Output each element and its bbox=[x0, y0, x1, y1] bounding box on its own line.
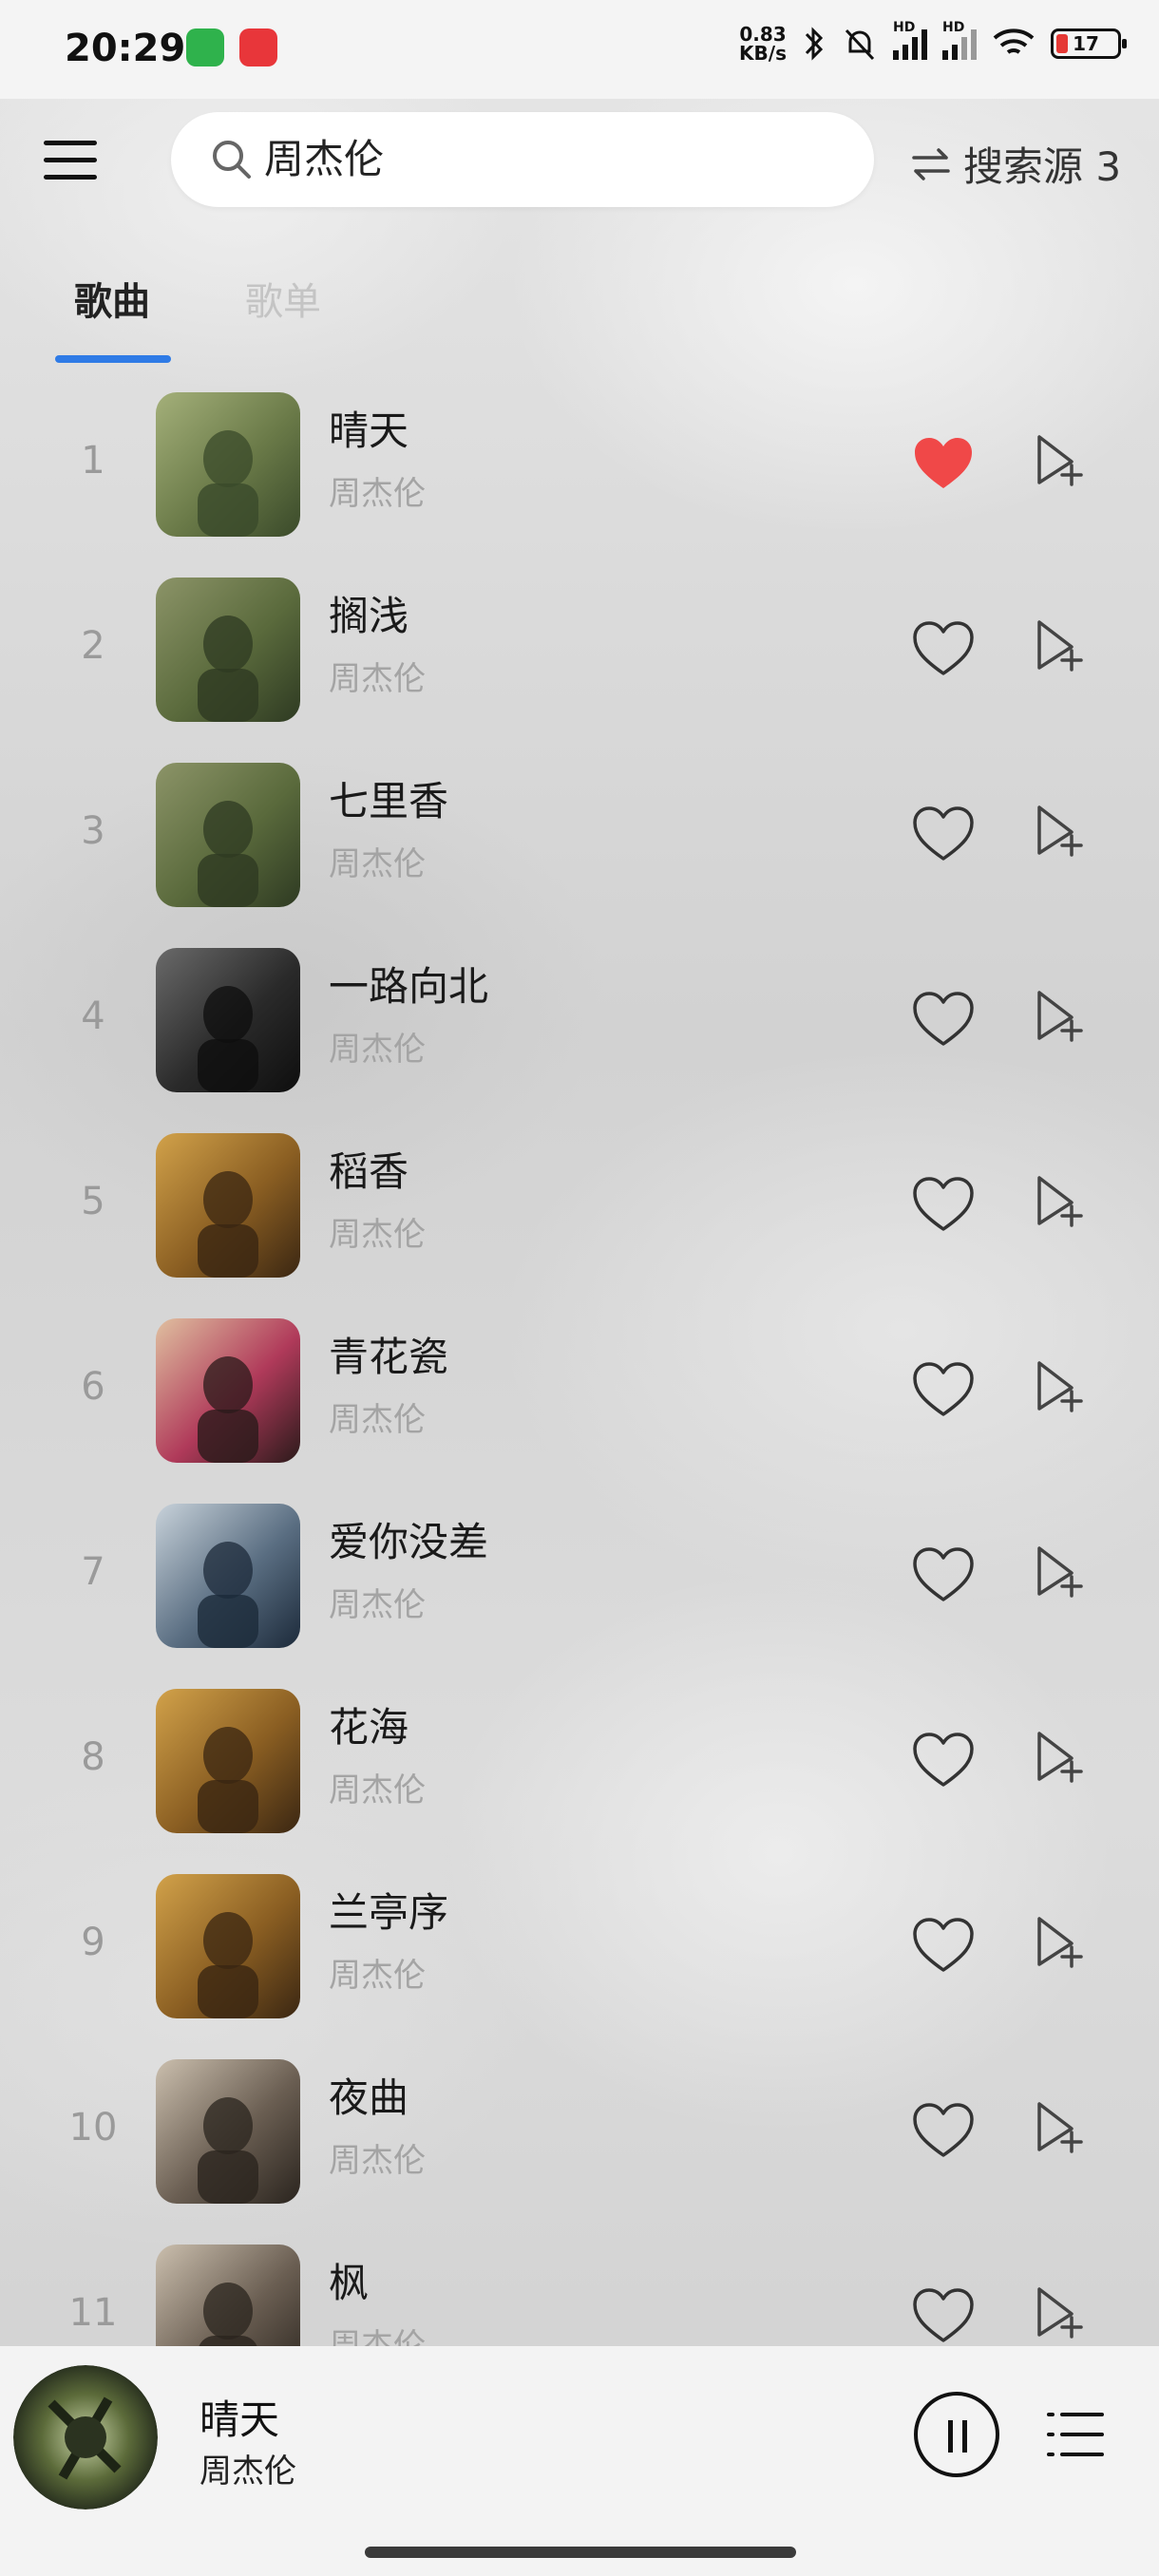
heart-icon[interactable] bbox=[912, 991, 975, 1048]
song-title: 兰亭序 bbox=[329, 1889, 449, 1936]
add-to-playlist-icon[interactable] bbox=[1034, 616, 1087, 673]
add-to-playlist-icon[interactable] bbox=[1034, 431, 1087, 488]
heart-icon[interactable] bbox=[912, 2287, 975, 2344]
add-to-playlist-icon[interactable] bbox=[1034, 2098, 1087, 2155]
app-notification-icon bbox=[186, 28, 224, 66]
heart-icon[interactable] bbox=[912, 1917, 975, 1974]
search-source-button[interactable]: 搜索源 3 bbox=[912, 135, 1121, 193]
album-cover bbox=[156, 1504, 300, 1648]
song-row[interactable]: 8 花海 周杰伦 bbox=[0, 1684, 1159, 1869]
add-to-playlist-icon[interactable] bbox=[1034, 987, 1087, 1044]
app-notification-icon-2 bbox=[239, 28, 277, 66]
hamburger-icon[interactable] bbox=[44, 141, 97, 180]
song-title: 青花瓷 bbox=[329, 1334, 449, 1380]
playlist-icon[interactable] bbox=[1045, 2409, 1106, 2460]
heart-icon[interactable] bbox=[912, 620, 975, 677]
pause-button[interactable] bbox=[914, 2392, 999, 2477]
heart-icon[interactable] bbox=[912, 1176, 975, 1233]
bluetooth-icon bbox=[805, 27, 824, 61]
status-time: 20:29 bbox=[65, 27, 186, 70]
wifi-icon bbox=[993, 28, 1035, 54]
song-artist: 周杰伦 bbox=[329, 845, 426, 883]
song-title: 晴天 bbox=[329, 407, 409, 454]
song-row[interactable]: 6 青花瓷 周杰伦 bbox=[0, 1314, 1159, 1499]
signal-icon-2: HD bbox=[942, 20, 977, 60]
add-to-playlist-icon[interactable] bbox=[1034, 2283, 1087, 2340]
song-title: 花海 bbox=[329, 1704, 409, 1751]
add-to-playlist-icon[interactable] bbox=[1034, 802, 1087, 859]
add-to-playlist-icon[interactable] bbox=[1034, 1172, 1087, 1229]
heart-icon[interactable] bbox=[912, 2102, 975, 2159]
song-row[interactable]: 2 搁浅 周杰伦 bbox=[0, 573, 1159, 758]
tab-songs[interactable]: 歌曲 bbox=[74, 275, 150, 329]
album-cover bbox=[156, 1133, 300, 1278]
song-artist: 周杰伦 bbox=[329, 1957, 426, 1995]
song-artist: 周杰伦 bbox=[329, 1771, 426, 1809]
add-to-playlist-icon[interactable] bbox=[1034, 1543, 1087, 1600]
song-title: 枫 bbox=[329, 2260, 370, 2306]
heart-icon[interactable] bbox=[912, 1361, 975, 1418]
now-playing-title: 晴天 bbox=[200, 2396, 280, 2443]
tab-bar: 歌曲 歌单 bbox=[0, 266, 1159, 370]
song-artist: 周杰伦 bbox=[329, 660, 426, 698]
song-artist: 周杰伦 bbox=[329, 1586, 426, 1624]
song-artist: 周杰伦 bbox=[329, 1216, 426, 1254]
song-artist: 周杰伦 bbox=[329, 1401, 426, 1439]
now-playing-artist: 周杰伦 bbox=[200, 2453, 296, 2491]
song-row[interactable]: 10 夜曲 周杰伦 bbox=[0, 2055, 1159, 2240]
album-cover bbox=[156, 2059, 300, 2204]
tab-playlists[interactable]: 歌单 bbox=[245, 275, 321, 329]
song-row[interactable]: 3 七里香 周杰伦 bbox=[0, 758, 1159, 943]
add-to-playlist-icon[interactable] bbox=[1034, 1728, 1087, 1785]
add-to-playlist-icon[interactable] bbox=[1034, 1913, 1087, 1970]
album-cover bbox=[156, 1874, 300, 2018]
song-row[interactable]: 4 一路向北 周杰伦 bbox=[0, 943, 1159, 1128]
song-row[interactable]: 9 兰亭序 周杰伦 bbox=[0, 1869, 1159, 2055]
album-cover bbox=[156, 392, 300, 537]
album-cover bbox=[156, 1689, 300, 1833]
song-title: 搁浅 bbox=[329, 593, 409, 639]
song-artist: 周杰伦 bbox=[329, 1031, 426, 1069]
now-playing-bar[interactable]: 晴天 周杰伦 bbox=[0, 2346, 1159, 2576]
song-title: 一路向北 bbox=[329, 963, 489, 1010]
search-query[interactable]: 周杰伦 bbox=[264, 133, 384, 186]
heart-icon[interactable] bbox=[912, 805, 975, 862]
signal-icon: HD bbox=[893, 20, 927, 60]
song-artist: 周杰伦 bbox=[329, 2142, 426, 2180]
search-input[interactable]: 周杰伦 bbox=[171, 112, 874, 207]
home-indicator[interactable] bbox=[365, 2547, 796, 2558]
status-bar: 20:29 0.83 KB/s HD HD 17 bbox=[0, 0, 1159, 99]
network-speed: 0.83 KB/s bbox=[739, 23, 787, 65]
heart-icon[interactable] bbox=[912, 435, 975, 492]
search-source-label: 搜索源 3 bbox=[963, 143, 1122, 190]
song-title: 七里香 bbox=[329, 778, 449, 824]
heart-icon[interactable] bbox=[912, 1732, 975, 1789]
song-title: 夜曲 bbox=[329, 2074, 409, 2121]
album-cover bbox=[156, 763, 300, 907]
heart-icon[interactable] bbox=[912, 1546, 975, 1603]
song-title: 爱你没差 bbox=[329, 1519, 489, 1565]
song-row[interactable]: 1 晴天 周杰伦 bbox=[0, 388, 1159, 573]
now-playing-cover[interactable] bbox=[13, 2365, 158, 2510]
album-cover bbox=[156, 1318, 300, 1463]
song-title: 稻香 bbox=[329, 1148, 409, 1195]
pause-icon bbox=[948, 2420, 953, 2453]
battery-icon: 17 bbox=[1051, 28, 1127, 59]
swap-arrows-icon bbox=[912, 147, 950, 180]
album-cover bbox=[156, 948, 300, 1092]
song-row[interactable]: 5 稻香 周杰伦 bbox=[0, 1128, 1159, 1314]
album-cover bbox=[156, 578, 300, 722]
mute-bell-icon bbox=[845, 28, 875, 61]
add-to-playlist-icon[interactable] bbox=[1034, 1357, 1087, 1414]
status-indicators: 0.83 KB/s HD HD 17 bbox=[739, 20, 1127, 65]
song-artist: 周杰伦 bbox=[329, 475, 426, 513]
tab-indicator bbox=[55, 355, 171, 363]
search-icon bbox=[213, 141, 251, 179]
song-row[interactable]: 7 爱你没差 周杰伦 bbox=[0, 1499, 1159, 1684]
